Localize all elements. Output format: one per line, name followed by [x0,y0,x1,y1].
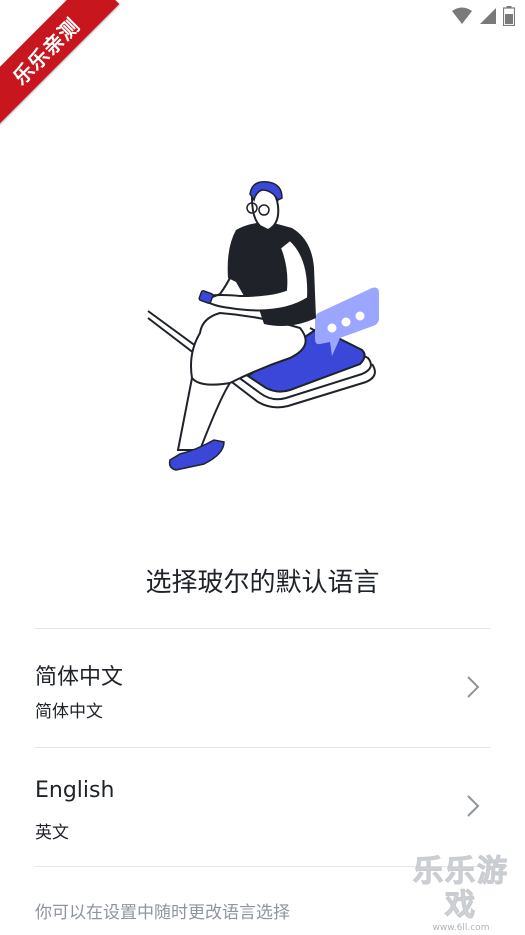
footer-note: 你可以在设置中随时更改语言选择 [35,903,290,923]
language-name: English [35,778,115,803]
language-subtitle: 简体中文 [35,702,103,722]
person-head [246,181,283,232]
person-on-phone-illustration [147,181,379,471]
language-option-simplified-chinese[interactable]: 简体中文 简体中文 [35,629,490,747]
watermark-text: 乐乐游戏 [413,854,509,923]
language-subtitle: 英文 [35,823,69,843]
language-option-english[interactable]: English 英文 [35,748,490,866]
watermark-logo: 乐乐游戏 www.6ll.com [401,854,521,933]
handheld-phone-icon [198,290,214,304]
chevron-right-icon [467,795,480,817]
battery-icon [503,6,515,26]
signal-icon [480,8,496,24]
page-title: 选择玻尔的默认语言 [145,568,380,598]
watermark-url: www.6ll.com [432,923,490,933]
chevron-right-icon [467,676,480,698]
language-name: 简体中文 [35,665,124,690]
wifi-icon [452,7,472,24]
status-icons [451,6,515,26]
